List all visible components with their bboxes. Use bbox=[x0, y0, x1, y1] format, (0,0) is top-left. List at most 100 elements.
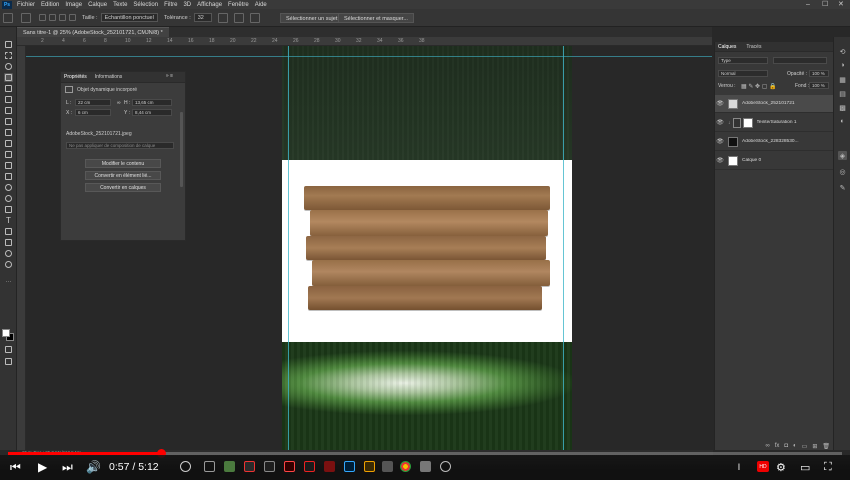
guide-vertical-left[interactable] bbox=[288, 46, 289, 450]
document-tab[interactable]: Sans titre-1 @ 25% (AdobeStock_252101721… bbox=[17, 27, 169, 37]
volume-icon[interactable]: 🔊 bbox=[86, 459, 101, 475]
panel-menu-icon[interactable]: » ≡ bbox=[166, 73, 173, 79]
width-input[interactable]: 22 cm bbox=[75, 99, 111, 106]
properties-scrollbar[interactable] bbox=[180, 112, 183, 187]
foreground-color-swatch[interactable] bbox=[2, 329, 10, 337]
path-selection-tool-icon[interactable] bbox=[4, 227, 13, 236]
autoplay-toggle[interactable]: ⏽ bbox=[735, 459, 743, 475]
layers-icon[interactable]: ◈ bbox=[838, 151, 847, 160]
wood-planks-image[interactable] bbox=[304, 186, 550, 310]
history-icon[interactable]: ⟲ bbox=[838, 47, 847, 56]
channels-icon[interactable]: ◎ bbox=[838, 167, 847, 176]
layer-item[interactable]: 👁 AdobeStock_252101721 bbox=[715, 95, 834, 113]
height-input[interactable]: 13,65 cm bbox=[132, 99, 172, 106]
intersect-selection-icon[interactable] bbox=[69, 14, 76, 21]
zoom-tool-icon[interactable] bbox=[4, 260, 13, 269]
menu-fichier[interactable]: Fichier bbox=[14, 2, 38, 8]
horizontal-ruler[interactable]: 2 4 6 8 10 12 14 16 18 20 22 24 26 28 30 32 34 36 38 bbox=[17, 37, 712, 46]
history-brush-tool-icon[interactable] bbox=[4, 150, 13, 159]
convert-layers-button[interactable]: Convertir en calques bbox=[85, 183, 161, 192]
opacity-input[interactable]: 100 % bbox=[809, 70, 829, 77]
menu-affichage[interactable]: Affichage bbox=[194, 2, 225, 8]
mask-icon[interactable]: ◘ bbox=[784, 443, 788, 449]
taskbar-calculator-icon[interactable] bbox=[420, 461, 431, 472]
taskbar-search-icon[interactable] bbox=[180, 461, 191, 472]
theater-mode-icon[interactable]: ▭ bbox=[800, 459, 810, 475]
settings-icon[interactable]: ⚙ bbox=[776, 459, 786, 475]
taskbar-app-icon[interactable] bbox=[264, 461, 275, 472]
sample-size-select[interactable]: Echantillon ponctuel bbox=[100, 13, 158, 22]
menu-3d[interactable]: 3D bbox=[180, 2, 194, 8]
antialias-icon[interactable] bbox=[217, 12, 228, 23]
contiguous-icon[interactable] bbox=[233, 12, 244, 23]
next-button[interactable]: ⏭ bbox=[62, 459, 73, 475]
visibility-eye-icon[interactable]: 👁 bbox=[715, 119, 725, 126]
edit-contents-button[interactable]: Modifier le contenu bbox=[85, 159, 161, 168]
lasso-tool-icon[interactable] bbox=[4, 62, 13, 71]
fullscreen-icon[interactable]: ⛶ bbox=[824, 459, 832, 475]
rectangle-tool-icon[interactable] bbox=[4, 238, 13, 247]
document-canvas[interactable] bbox=[282, 46, 572, 450]
lock-icons[interactable]: ▦ ✎ ✥ ▢ 🔒 bbox=[741, 83, 777, 90]
magic-wand-icon[interactable] bbox=[21, 12, 31, 23]
menu-fenetre[interactable]: Fenêtre bbox=[225, 2, 252, 8]
marquee-tool-icon[interactable] bbox=[4, 51, 13, 60]
gradient-tool-icon[interactable] bbox=[4, 172, 13, 181]
link-dimensions-icon[interactable]: ∞ bbox=[117, 100, 121, 106]
subtract-selection-icon[interactable] bbox=[59, 14, 66, 21]
tolerance-input[interactable]: 32 bbox=[193, 13, 212, 22]
visibility-eye-icon[interactable]: 👁 bbox=[715, 157, 725, 164]
menu-aide[interactable]: Aide bbox=[252, 2, 270, 8]
layer-item[interactable]: 👁 Calque 0 bbox=[715, 152, 834, 170]
taskbar-taskview-icon[interactable] bbox=[204, 461, 215, 472]
move-tool-icon[interactable] bbox=[4, 40, 13, 49]
taskbar-app-icon[interactable] bbox=[324, 461, 335, 472]
taskbar-app-icon[interactable] bbox=[304, 461, 315, 472]
menu-selection[interactable]: Sélection bbox=[130, 2, 161, 8]
screen-mode-icon[interactable] bbox=[4, 357, 13, 366]
tab-calques[interactable]: Calques bbox=[718, 44, 736, 50]
dodge-tool-icon[interactable] bbox=[4, 194, 13, 203]
layer-item[interactable]: 👁 AdobeStock_228328530... bbox=[715, 133, 834, 151]
close-button[interactable]: ✕ bbox=[838, 0, 844, 9]
layer-name[interactable]: Calque 0 bbox=[742, 158, 761, 163]
taskbar-photoshop-icon[interactable] bbox=[344, 461, 355, 472]
taskbar-app-icon[interactable] bbox=[364, 461, 375, 472]
eraser-tool-icon[interactable] bbox=[4, 161, 13, 170]
healing-brush-tool-icon[interactable] bbox=[4, 117, 13, 126]
taskbar-app-icon[interactable] bbox=[284, 461, 295, 472]
trash-icon[interactable]: 🗑 bbox=[822, 443, 830, 450]
layer-filter-icons[interactable] bbox=[773, 57, 827, 64]
vertical-ruler[interactable] bbox=[17, 46, 26, 450]
menu-texte[interactable]: Texte bbox=[110, 2, 130, 8]
frame-tool-icon[interactable] bbox=[4, 95, 13, 104]
layer-filter-select[interactable]: Type bbox=[718, 57, 768, 64]
hand-tool-icon[interactable] bbox=[4, 249, 13, 258]
taskbar-app-icon[interactable] bbox=[440, 461, 451, 472]
adjustment-icon[interactable]: ◐ bbox=[793, 443, 797, 449]
convert-linked-button[interactable]: Convertir en élément lié... bbox=[85, 171, 161, 180]
subtitles-badge[interactable]: HD bbox=[757, 461, 769, 472]
visibility-eye-icon[interactable]: 👁 bbox=[715, 100, 725, 107]
brush-tool-icon[interactable] bbox=[4, 128, 13, 137]
new-selection-icon[interactable] bbox=[39, 14, 46, 21]
blend-mode-select[interactable]: Normal bbox=[718, 70, 768, 77]
color-icon[interactable]: ◑ bbox=[838, 61, 847, 70]
menu-calque[interactable]: Calque bbox=[85, 2, 110, 8]
guide-horizontal[interactable] bbox=[26, 56, 712, 57]
y-input[interactable]: 8,44 cm bbox=[132, 109, 172, 116]
pen-tool-icon[interactable] bbox=[4, 205, 13, 214]
eyedropper-tool-icon[interactable] bbox=[4, 106, 13, 115]
guide-vertical-right[interactable] bbox=[563, 46, 564, 450]
fx-icon[interactable]: fx bbox=[775, 443, 780, 449]
quick-mask-icon[interactable] bbox=[4, 345, 13, 354]
taskbar-app-icon[interactable] bbox=[244, 461, 255, 472]
taskbar-app-icon[interactable] bbox=[382, 461, 393, 472]
add-selection-icon[interactable] bbox=[49, 14, 56, 21]
select-subject-button[interactable]: Sélectionner un sujet bbox=[280, 13, 344, 23]
visibility-eye-icon[interactable]: 👁 bbox=[715, 138, 725, 145]
x-input[interactable]: 6 cm bbox=[75, 109, 111, 116]
layer-name[interactable]: AdobeStock_228328530... bbox=[742, 139, 799, 144]
tab-traces[interactable]: Tracés bbox=[746, 44, 761, 50]
layer-name[interactable]: Teinte/Saturation 1 bbox=[757, 120, 797, 125]
